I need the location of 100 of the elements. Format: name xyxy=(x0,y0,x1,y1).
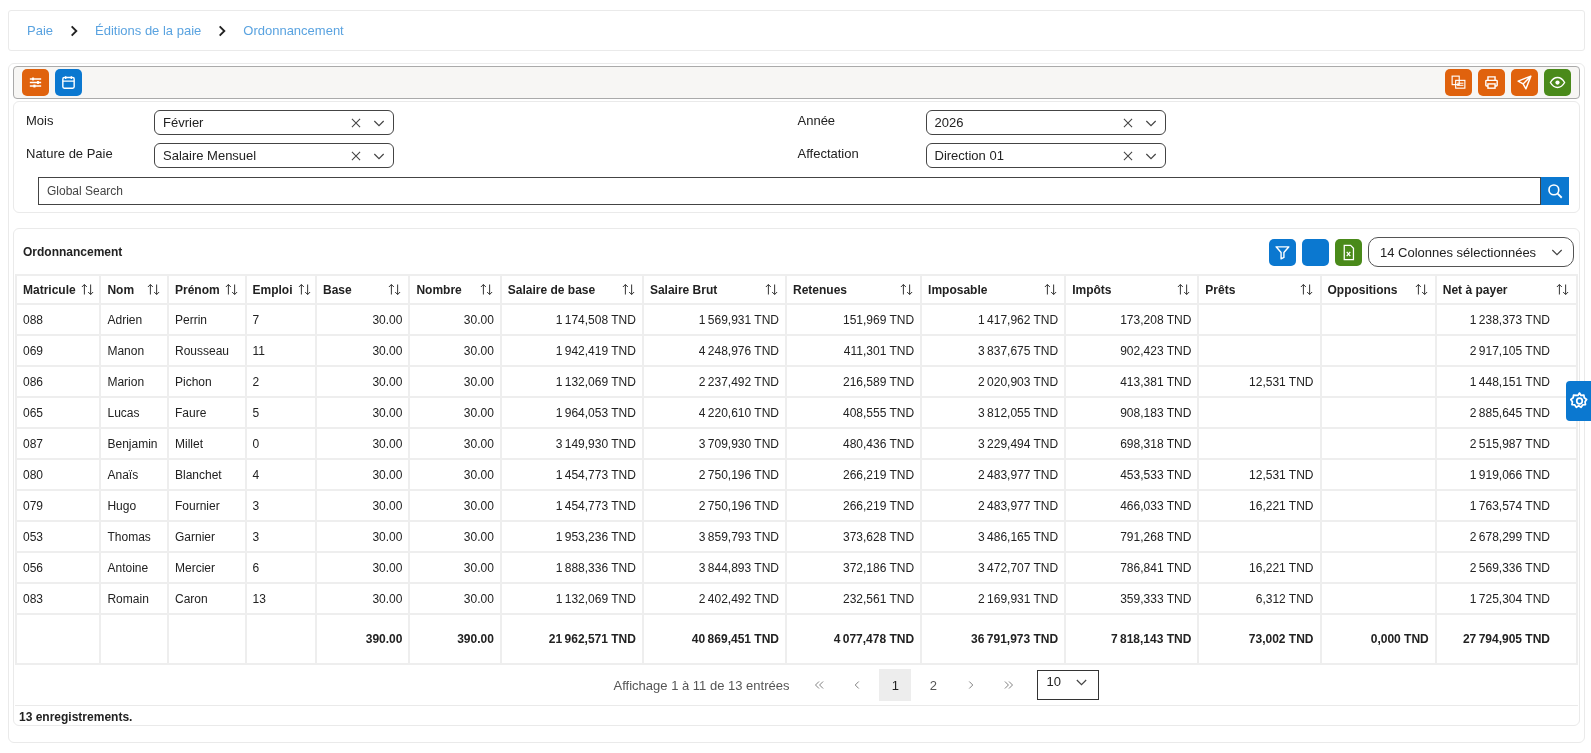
dropdown[interactable]: Salaire Mensuel xyxy=(154,143,394,168)
toolbar-button[interactable] xyxy=(1302,238,1329,266)
table-cell: 1 569,931 TND xyxy=(642,304,786,335)
calendar-icon xyxy=(60,74,77,91)
table-cell: 3 xyxy=(245,490,317,521)
excel-export-button[interactable] xyxy=(1335,238,1362,266)
table-cell: 30.00 xyxy=(316,366,410,397)
total-cell: 390.00 xyxy=(316,614,410,664)
table-cell: Thomas xyxy=(100,521,168,552)
table-cell: 3 229,494 TND xyxy=(921,428,1066,459)
column-header[interactable]: Base xyxy=(316,275,410,304)
send-button[interactable] xyxy=(1511,69,1538,96)
table-cell: Anaïs xyxy=(100,459,168,490)
settings-button[interactable] xyxy=(1566,381,1591,421)
paper-plane-icon xyxy=(1516,74,1533,91)
table-cell: 3 812,055 TND xyxy=(921,397,1066,428)
table-cell: Millet xyxy=(168,428,246,459)
table-cell: 266,219 TND xyxy=(786,459,922,490)
table-cell: 30.00 xyxy=(409,428,501,459)
table-cell: 12,531 TND xyxy=(1198,459,1321,490)
column-header[interactable]: Salaire de base xyxy=(500,275,643,304)
table-cell: Caron xyxy=(168,583,246,614)
column-header[interactable]: Impôts xyxy=(1065,275,1199,304)
column-header[interactable]: Nom xyxy=(100,275,168,304)
table-cell: 3 149,930 TND xyxy=(500,428,643,459)
calendar-button[interactable] xyxy=(55,69,82,96)
search-button[interactable] xyxy=(1541,177,1569,205)
table-cell: 2 750,196 TND xyxy=(642,459,786,490)
column-header[interactable]: Emploi xyxy=(245,275,317,304)
dropdown[interactable]: Direction 01 xyxy=(925,143,1166,168)
table-cell: 1 417,962 TND xyxy=(921,304,1066,335)
table-cell: 30.00 xyxy=(409,583,501,614)
filter-icon xyxy=(1274,243,1291,261)
column-header[interactable]: Prénom xyxy=(168,275,246,304)
table-cell: 056 xyxy=(16,552,101,583)
table-cell: 1 888,336 TND xyxy=(500,552,643,583)
dropdown[interactable]: 2026 xyxy=(925,110,1166,135)
table-cell: 1 238,373 TND xyxy=(1435,304,1577,335)
total-cell: 4 077,478 TND xyxy=(786,614,922,664)
table-cell: 088 xyxy=(16,304,101,335)
page-button[interactable]: 2 xyxy=(917,669,950,701)
print-button[interactable] xyxy=(1478,69,1505,96)
page-button[interactable]: 1 xyxy=(879,669,912,701)
table-cell: Antoine xyxy=(100,552,168,583)
column-header[interactable]: Oppositions xyxy=(1320,275,1436,304)
table-cell: 3 859,793 TND xyxy=(642,521,786,552)
table-cell: 065 xyxy=(16,397,101,428)
table-cell: 372,186 TND xyxy=(786,552,922,583)
table-cell: 466,033 TND xyxy=(1065,490,1199,521)
table-cell: 30.00 xyxy=(409,335,501,366)
table-cell: 086 xyxy=(16,366,101,397)
sort-icon xyxy=(387,282,403,297)
sort-icon xyxy=(1298,282,1314,297)
filter-button[interactable] xyxy=(1269,238,1296,266)
table-cell: 7 xyxy=(245,304,317,335)
table-cell: Perrin xyxy=(168,304,246,335)
table-cell: 16,221 TND xyxy=(1198,552,1321,583)
column-header[interactable]: Matricule xyxy=(16,275,101,304)
table-cell: 232,561 TND xyxy=(786,583,922,614)
column-header[interactable]: Prêts xyxy=(1198,275,1321,304)
column-header[interactable]: Salaire Brut xyxy=(642,275,786,304)
column-header[interactable]: Imposable xyxy=(921,275,1066,304)
search-field[interactable]: Global Search xyxy=(38,177,1541,205)
sort-icon xyxy=(620,282,636,297)
sort-icon xyxy=(1413,282,1429,297)
table-cell: 080 xyxy=(16,459,101,490)
page-size-dropdown[interactable]: 10 xyxy=(1037,670,1100,700)
sort-icon xyxy=(1043,282,1059,297)
table-cell: 1 454,773 TND xyxy=(500,459,643,490)
total-cell: 390.00 xyxy=(409,614,501,664)
field-label: Mois xyxy=(26,112,55,128)
table-cell: 30.00 xyxy=(316,428,410,459)
table-cell: Benjamin xyxy=(100,428,168,459)
table-cell: 786,841 TND xyxy=(1065,552,1199,583)
table-cell: 30.00 xyxy=(409,521,501,552)
column-selector[interactable]: 14 Colonnes sélectionnées xyxy=(1368,237,1574,267)
filter-settings-button[interactable] xyxy=(22,69,49,96)
table-cell: 30.00 xyxy=(316,552,410,583)
column-header[interactable]: Retenues xyxy=(786,275,922,304)
table-cell: 2 402,492 TND xyxy=(642,583,786,614)
column-header[interactable]: Nombre xyxy=(409,275,501,304)
table-cell: 16,221 TND xyxy=(1198,490,1321,521)
table-cell: Romain xyxy=(100,583,168,614)
sort-icon xyxy=(1176,282,1192,297)
table-cell: 30.00 xyxy=(316,304,410,335)
table-cell: 1 132,069 TND xyxy=(500,583,643,614)
table-cell: 3 xyxy=(245,521,317,552)
documents-button[interactable] xyxy=(1445,69,1472,96)
table-cell: 30.00 xyxy=(409,397,501,428)
table-cell: 083 xyxy=(16,583,101,614)
column-header[interactable]: Net à payer xyxy=(1435,275,1577,304)
dropdown[interactable]: Février xyxy=(154,110,394,135)
table-cell: 908,183 TND xyxy=(1065,397,1199,428)
table-cell: 266,219 TND xyxy=(786,490,922,521)
table-cell: 2 569,336 TND xyxy=(1435,552,1577,583)
table-cell: 6 xyxy=(245,552,317,583)
sort-icon xyxy=(79,282,95,297)
sort-icon xyxy=(223,282,239,297)
preview-button[interactable] xyxy=(1544,69,1571,96)
table-cell: 2 xyxy=(245,366,317,397)
